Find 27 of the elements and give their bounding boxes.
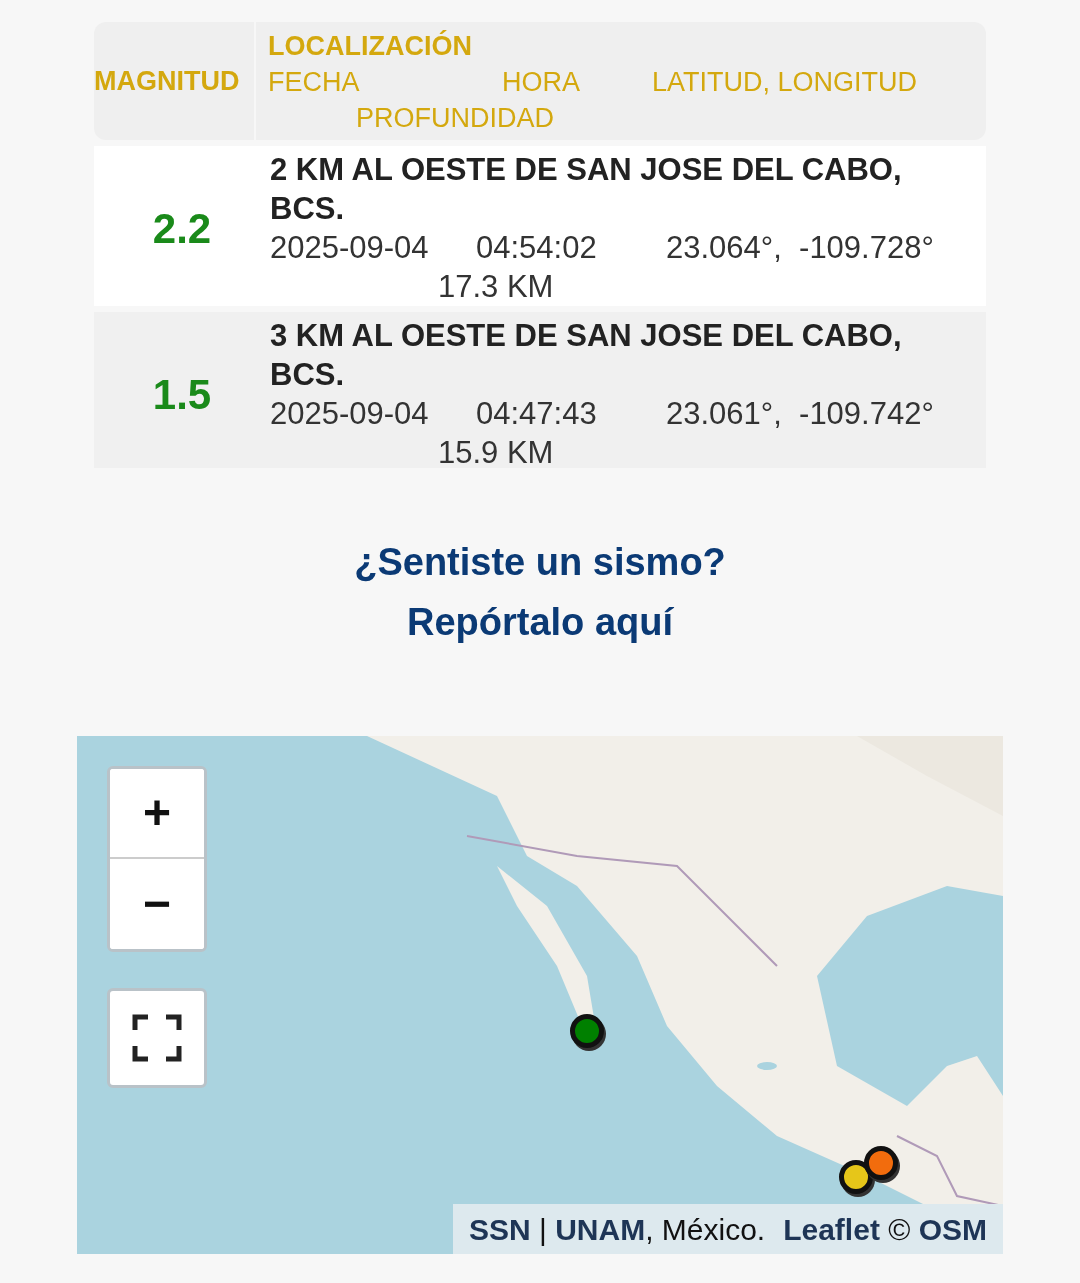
column-heading: PROFUNDIDAD [356,102,555,135]
earthquake-row[interactable]: 1.5 3 KM AL OESTE DE SAN JOSE DEL CABO, BCS. 2025-09-04 04:47:43 23.061°, -109.742° 15.9 KM [94,312,986,468]
fullscreen-button[interactable] [107,988,207,1088]
magnitude-value: 2.2 [152,203,212,254]
place-name: 3 KM AL OESTE DE SAN JOSE DEL CABO, BCS. [270,317,903,394]
column-heading: LATITUD, LONGITUD [652,66,918,99]
event-time: 04:47:43 [476,395,598,433]
report-link[interactable]: ¿Sentiste un sismo? [354,538,726,586]
zoom-in-button[interactable]: + [110,769,204,859]
attribution-text: SSN | UNAM, México. [469,1211,766,1248]
event-coordinates: 23.064°, -109.728° [666,229,934,267]
magnitude-value: 1.5 [152,369,212,420]
fullscreen-icon [132,1014,182,1062]
event-depth: 17.3 KM [438,268,555,306]
event-date: 2025-09-04 [270,395,430,433]
attribution-text: Leaflet © OSM [783,1211,987,1248]
event-depth: 15.9 KM [438,434,555,468]
column-heading: LOCALIZACIÓN [268,29,473,63]
event-time: 04:54:02 [476,229,598,267]
event-coordinates: 23.061°, -109.742° [666,395,934,433]
column-heading: FECHA [268,66,361,99]
place-name: 2 KM AL OESTE DE SAN JOSE DEL CABO, BCS. [270,151,903,228]
column-heading: HORA [502,66,581,99]
event-date: 2025-09-04 [270,229,430,267]
earthquake-row[interactable]: 2.2 2 KM AL OESTE DE SAN JOSE DEL CABO, BCS. 2025-09-04 04:54:02 23.064°, -109.728° 17.3 KM [94,146,986,306]
report-link[interactable]: Repórtalo aquí [407,598,673,646]
column-heading: MAGNITUD [94,64,240,98]
